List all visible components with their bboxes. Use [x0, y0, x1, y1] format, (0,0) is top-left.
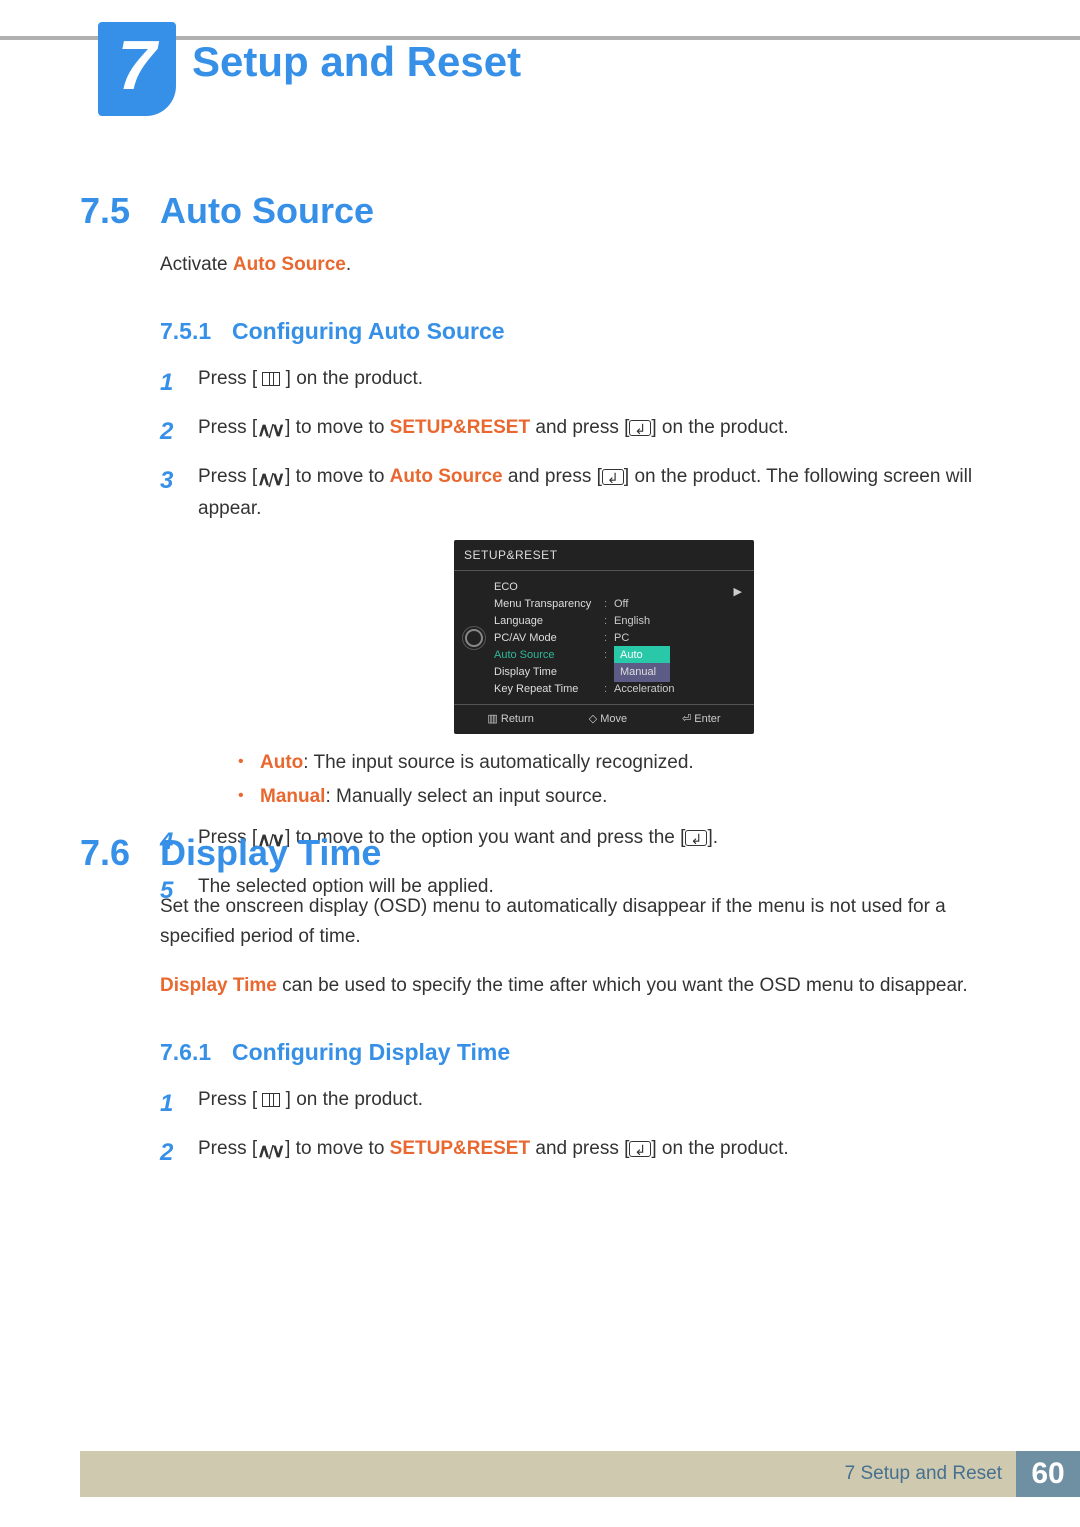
osd-enter-icon: ⏎	[682, 713, 691, 725]
step-2: 2 Press [/] to move to SETUP&RESET and p…	[160, 412, 1010, 453]
chapter-number: 7	[118, 30, 157, 100]
chapter-title: Setup and Reset	[192, 38, 521, 86]
para-7-6-2: Display Time can be used to specify the …	[160, 971, 1010, 1001]
menu-icon	[262, 372, 280, 386]
steps-7-5: 1 Press [ ] on the product. 2 Press [/] …	[160, 363, 1010, 911]
gear-icon	[465, 629, 483, 647]
osd-selected-row: Auto Source	[494, 646, 604, 665]
page-footer: 7 Setup and Reset 60	[80, 1451, 1080, 1497]
step-1: 1 Press [ ] on the product.	[160, 363, 1010, 404]
step-2: 2 Press [/] to move to SETUP&RESET and p…	[160, 1133, 1010, 1174]
enter-icon	[629, 1141, 651, 1157]
osd-move-icon: ◇	[589, 713, 597, 725]
para-7-6-1: Set the onscreen display (OSD) menu to a…	[160, 892, 1010, 953]
step-1: 1 Press [ ] on the product.	[160, 1084, 1010, 1125]
subsection-heading-7-5-1: 7.5.1Configuring Auto Source	[160, 318, 1010, 345]
up-down-icon: /	[257, 419, 285, 435]
chapter-tab: 7	[98, 22, 176, 116]
section-heading-7-5: 7.5Auto Source	[80, 190, 1010, 232]
enter-icon	[602, 469, 624, 485]
up-down-icon: /	[257, 1140, 285, 1156]
osd-arrow-right-icon: ▶	[734, 583, 742, 602]
enter-icon	[629, 420, 651, 436]
osd-footer: ▥ Return ◇ Move ⏎ Enter	[454, 704, 754, 734]
footer-page-number: 60	[1016, 1451, 1080, 1497]
intro-7-5: Activate Auto Source.	[160, 250, 1010, 280]
menu-icon	[262, 1093, 280, 1107]
footer-label: 7 Setup and Reset	[831, 1451, 1016, 1497]
osd-menu-screenshot: SETUP&RESET ▶ ECO Menu Transparency:Off …	[454, 540, 754, 734]
subsection-heading-7-6-1: 7.6.1Configuring Display Time	[160, 1039, 1010, 1066]
option-bullets: Auto: The input source is automatically …	[238, 746, 1010, 814]
step-3: 3 Press [/] to move to Auto Source and p…	[160, 461, 1010, 814]
section-heading-7-6: 7.6Display Time	[80, 832, 1010, 874]
steps-7-6: 1 Press [ ] on the product. 2 Press [/] …	[160, 1084, 1010, 1174]
up-down-icon: /	[257, 468, 285, 484]
osd-return-icon: ▥	[487, 713, 497, 725]
osd-title: SETUP&RESET	[454, 540, 754, 571]
